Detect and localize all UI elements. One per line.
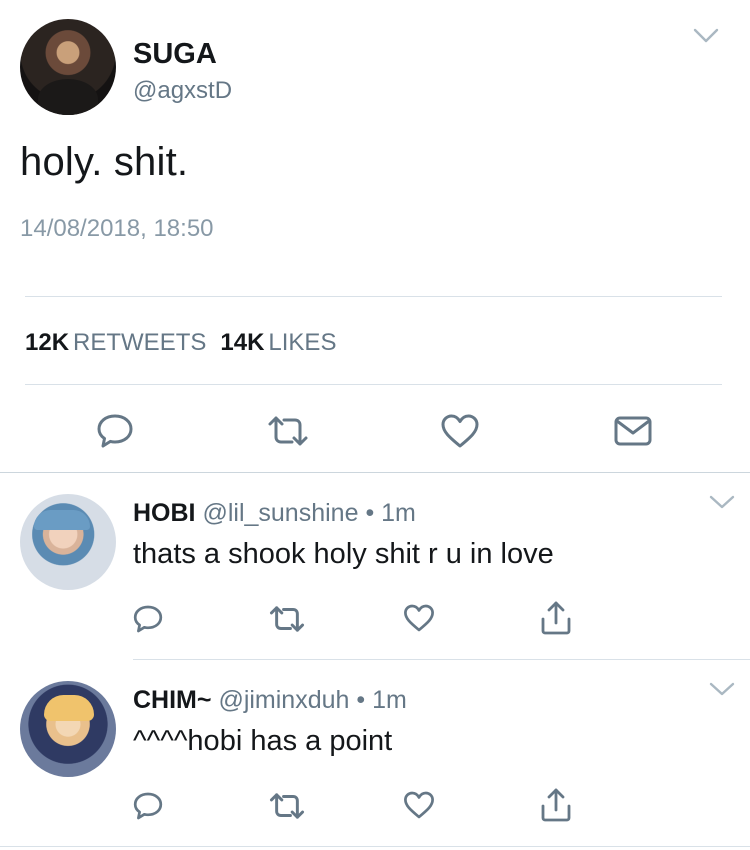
reply-time: 1m (381, 499, 416, 527)
speech-bubble-icon[interactable] (132, 604, 164, 634)
tweet-text: holy. shit. (20, 140, 189, 184)
share-icon[interactable] (540, 601, 572, 635)
divider (25, 384, 722, 385)
share-icon[interactable] (540, 788, 572, 822)
tweet-timestamp: 14/08/2018, 18:50 (20, 215, 214, 242)
separator-dot: • (356, 686, 366, 714)
reply-text: thats a shook holy shit r u in love (133, 538, 554, 570)
reply-header: CHIM~ @jiminxduh • 1m (133, 686, 407, 715)
reply-header: HOBI @lil_sunshine • 1m (133, 499, 416, 528)
retweet-icon[interactable] (268, 605, 306, 633)
likes-count: 14K (220, 329, 265, 356)
speech-bubble-icon[interactable] (132, 791, 164, 821)
separator-dot: • (365, 499, 375, 527)
chevron-down-icon[interactable] (709, 681, 735, 697)
retweet-icon[interactable] (268, 792, 306, 820)
tweet-stats: 12K RETWEETS 14K LIKES (25, 329, 350, 357)
likes-label: LIKES (268, 329, 337, 356)
reply-author-name[interactable]: CHIM~ (133, 686, 211, 714)
heart-icon[interactable] (403, 603, 435, 633)
avatar[interactable] (20, 681, 116, 777)
reply-tweet[interactable]: CHIM~ @jiminxduh • 1m ^^^^hobi has a poi… (0, 659, 750, 846)
likes-stat[interactable]: 14K LIKES (220, 329, 350, 356)
retweets-stat[interactable]: 12K RETWEETS (25, 329, 220, 356)
retweets-count: 12K (25, 329, 70, 356)
reply-tweet[interactable]: HOBI @lil_sunshine • 1m thats a shook ho… (0, 472, 750, 659)
heart-icon[interactable] (440, 413, 480, 449)
reply-author-name[interactable]: HOBI (133, 499, 196, 527)
reply-author-handle[interactable]: @jiminxduh (218, 686, 349, 714)
author-handle[interactable]: @agxstD (133, 77, 232, 105)
author-name[interactable]: SUGA (133, 38, 217, 71)
retweets-label: RETWEETS (73, 329, 207, 356)
reply-time: 1m (372, 686, 407, 714)
chevron-down-icon[interactable] (709, 494, 735, 510)
main-tweet: SUGA @agxstD holy. shit. 14/08/2018, 18:… (0, 0, 750, 472)
avatar[interactable] (20, 19, 116, 115)
chevron-down-icon[interactable] (693, 27, 719, 45)
divider (0, 846, 750, 847)
retweet-icon[interactable] (266, 415, 310, 447)
reply-text: ^^^^hobi has a point (133, 725, 393, 757)
avatar[interactable] (20, 494, 116, 590)
divider (25, 296, 722, 297)
envelope-icon[interactable] (613, 414, 653, 448)
heart-icon[interactable] (403, 790, 435, 820)
reply-author-handle[interactable]: @lil_sunshine (202, 499, 358, 527)
speech-bubble-icon[interactable] (95, 413, 135, 449)
